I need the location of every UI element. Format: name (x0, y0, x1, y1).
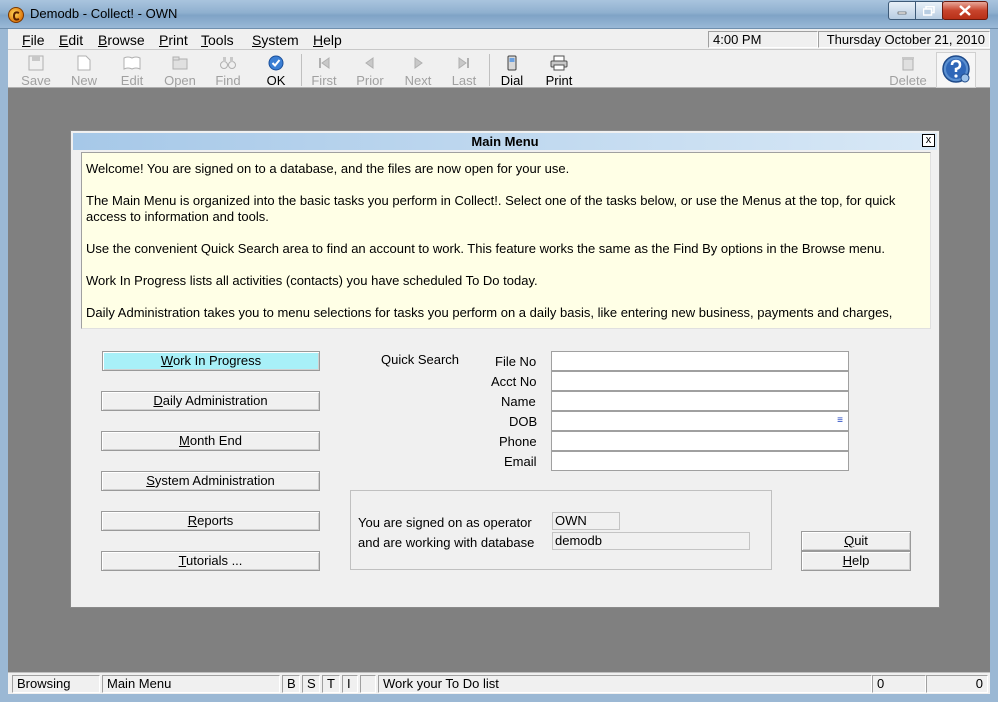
acct-no-input[interactable] (551, 371, 849, 391)
window-frame-bottom (0, 694, 998, 702)
name-input[interactable] (551, 391, 849, 411)
quick-search-label: Quick Search (381, 352, 460, 367)
main-menu-dialog: Main Menu x Welcome! You are signed on t… (70, 130, 940, 608)
phone-label: Phone (499, 434, 537, 449)
status-flag-i: I (342, 675, 358, 693)
menu-bar: File Edit Browse Print Tools System Help… (8, 29, 990, 50)
minimize-button[interactable] (888, 1, 916, 20)
status-flag-b: B (282, 675, 300, 693)
floppy-disk-icon (27, 55, 45, 71)
status-blank-cell (360, 675, 376, 693)
welcome-text-panel: Welcome! You are signed on to a database… (81, 152, 931, 329)
open-book-icon (123, 55, 141, 71)
dob-label: DOB (509, 414, 538, 429)
ok-button[interactable]: OK (254, 52, 298, 88)
menu-system[interactable]: System (252, 32, 299, 48)
checkmark-icon (267, 55, 285, 71)
dob-input[interactable]: ≡ (551, 411, 849, 431)
status-mode: Browsing (12, 675, 100, 693)
new-page-icon (75, 55, 93, 71)
print-button[interactable]: Print (536, 52, 582, 88)
window-frame-right (990, 29, 998, 702)
last-button[interactable]: Last (442, 52, 486, 88)
phone-input[interactable] (551, 431, 849, 451)
last-record-icon (455, 55, 473, 71)
email-label: Email (504, 454, 537, 469)
restore-icon (923, 5, 935, 16)
edit-button[interactable]: Edit (110, 52, 154, 88)
dialog-help-button[interactable]: Help (801, 551, 911, 571)
window-title: Demodb - Collect! - OWN (30, 6, 178, 21)
dialog-close-button[interactable]: x (922, 134, 935, 147)
operator-value: OWN (552, 512, 620, 530)
month-end-button[interactable]: Month End (101, 431, 320, 451)
database-label: and are working with database (358, 535, 535, 550)
binoculars-icon (219, 55, 237, 71)
help-button[interactable] (936, 52, 976, 88)
status-screen: Main Menu (102, 675, 280, 693)
next-record-icon (409, 55, 427, 71)
quit-button[interactable]: Quit (801, 531, 911, 551)
phone-icon (503, 55, 521, 71)
welcome-paragraph: Welcome! You are signed on to a database… (86, 161, 570, 176)
tutorials-button[interactable]: Tutorials ... (101, 551, 320, 571)
acct-no-label: Acct No (491, 374, 537, 389)
close-icon (959, 5, 971, 16)
name-label: Name (501, 394, 536, 409)
collect-app-icon[interactable] (8, 7, 24, 23)
printer-icon (550, 55, 568, 71)
database-value: demodb (552, 532, 750, 550)
signon-info-group: You are signed on as operator OWN and ar… (350, 490, 772, 570)
trash-icon (899, 55, 917, 71)
maximize-button[interactable] (915, 1, 943, 20)
save-button[interactable]: Save (14, 52, 58, 88)
status-count-1: 0 (872, 675, 926, 693)
toolbar: Save New Edit Open Find OK First Prior N… (8, 50, 990, 88)
menu-file[interactable]: File (22, 32, 45, 48)
help-icon (941, 54, 971, 87)
menu-edit[interactable]: Edit (59, 32, 83, 48)
prior-button[interactable]: Prior (348, 52, 392, 88)
file-no-label: File No (495, 354, 537, 369)
status-count-2: 0 (926, 675, 988, 693)
dialog-title: Main Menu (73, 133, 937, 150)
close-button[interactable] (942, 1, 988, 20)
first-record-icon (315, 55, 333, 71)
prior-record-icon (361, 55, 379, 71)
title-bar: Demodb - Collect! - OWN (0, 0, 998, 29)
dial-button[interactable]: Dial (490, 52, 534, 88)
status-message: Work your To Do list (378, 675, 872, 693)
minimize-icon (897, 11, 907, 14)
file-no-input[interactable] (551, 351, 849, 371)
open-button[interactable]: Open (158, 52, 202, 88)
status-flag-s: S (302, 675, 320, 693)
welcome-paragraph: Use the convenient Quick Search area to … (86, 241, 885, 256)
operator-label: You are signed on as operator (358, 515, 532, 530)
menu-browse[interactable]: Browse (98, 32, 145, 48)
welcome-paragraph: Work In Progress lists all activities (c… (86, 273, 538, 288)
system-administration-button[interactable]: System Administration (101, 471, 320, 491)
work-in-progress-button[interactable]: Work In Progress (102, 351, 320, 371)
clock-time: 4:00 PM (708, 31, 818, 48)
welcome-paragraph: Daily Administration takes you to menu s… (86, 305, 893, 320)
menu-help[interactable]: Help (313, 32, 342, 48)
new-button[interactable]: New (62, 52, 106, 88)
clock-date: Thursday October 21, 2010 (818, 31, 990, 48)
folder-icon (171, 55, 189, 71)
status-flag-t: T (322, 675, 340, 693)
status-bar: Browsing Main Menu B S T I Work your To … (8, 672, 990, 694)
menu-tools[interactable]: Tools (201, 32, 234, 48)
window-frame-left (0, 29, 8, 702)
delete-button[interactable]: Delete (886, 52, 930, 88)
menu-print[interactable]: Print (159, 32, 188, 48)
first-button[interactable]: First (302, 52, 346, 88)
next-button[interactable]: Next (396, 52, 440, 88)
calendar-icon[interactable]: ≡ (834, 415, 846, 427)
welcome-paragraph: The Main Menu is organized into the basi… (86, 193, 896, 224)
reports-button[interactable]: Reports (101, 511, 320, 531)
email-input[interactable] (551, 451, 849, 471)
close-icon: x (925, 134, 932, 146)
daily-administration-button[interactable]: Daily Administration (101, 391, 320, 411)
find-button[interactable]: Find (206, 52, 250, 88)
